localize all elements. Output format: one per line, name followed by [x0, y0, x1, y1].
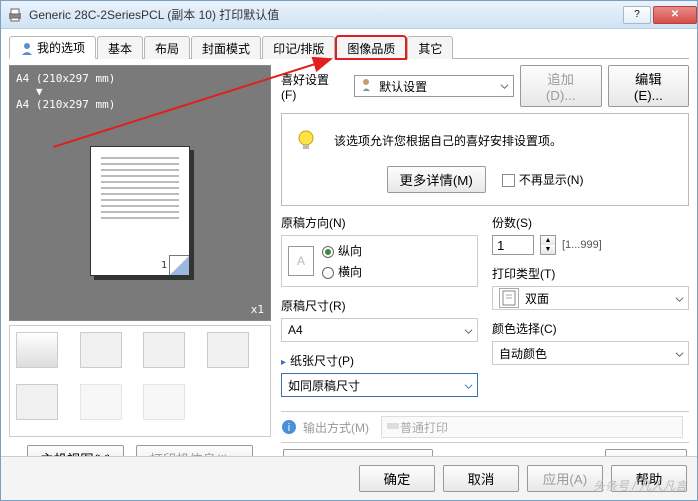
tab-bar: 我的选项 基本 布局 封面模式 印记/排版 图像品质 其它 — [9, 35, 689, 59]
print-icon — [386, 420, 400, 435]
color-select[interactable]: 自动颜色 — [492, 341, 689, 365]
bulb-icon — [294, 128, 318, 152]
tab-image-quality[interactable]: 图像品质 — [336, 36, 406, 59]
person-icon — [20, 42, 34, 56]
chevron-down-icon — [675, 348, 684, 362]
preview-zoom: x1 — [251, 303, 264, 316]
preview-pane: A4 (210x297 mm) ▼ A4 (210x297 mm) 1 x1 — [9, 65, 271, 321]
output-select: 普通打印 — [381, 416, 683, 438]
add-favorite-button[interactable]: 追加(D)... — [520, 65, 602, 107]
thumb-item[interactable] — [16, 332, 58, 368]
output-row: i 输出方式(M) 普通打印 — [281, 411, 689, 443]
no-show-checkbox[interactable]: 不再显示(N) — [502, 171, 584, 188]
apply-button[interactable]: 应用(A) — [527, 465, 603, 492]
chevron-down-icon — [500, 80, 509, 94]
landscape-radio[interactable]: 横向 — [322, 263, 362, 280]
preview-size-to: A4 (210x297 mm) — [16, 98, 264, 111]
tab-other[interactable]: 其它 — [407, 36, 453, 59]
print-type-select[interactable]: 双面 — [492, 286, 689, 310]
edit-favorite-button[interactable]: 编辑(E)... — [608, 65, 689, 107]
help-button[interactable]: ? — [623, 6, 651, 24]
output-label: 输出方式(M) — [303, 419, 369, 436]
copies-range: [1...999] — [562, 239, 602, 251]
info-text: 该选项允许您根据自己的喜好安排设置项。 — [334, 132, 562, 149]
orientation-label: 原稿方向(N) — [281, 214, 478, 231]
copies-spinner[interactable]: ▲▼ — [540, 235, 556, 255]
preview-page: 1 — [90, 146, 190, 276]
printer-icon — [7, 7, 23, 23]
copies-input[interactable] — [492, 235, 534, 255]
favorite-select[interactable]: 默认设置 — [354, 75, 514, 97]
favorite-icon — [361, 78, 375, 95]
chevron-down-icon — [675, 293, 684, 307]
ok-button[interactable]: 确定 — [359, 465, 435, 492]
original-size-select[interactable]: A4 — [281, 318, 478, 342]
close-button[interactable]: ✕ — [653, 6, 697, 24]
thumb-item[interactable] — [80, 332, 122, 368]
chevron-down-icon — [464, 380, 473, 394]
info-box: 该选项允许您根据自己的喜好安排设置项。 更多详情(M) 不再显示(N) — [281, 113, 689, 206]
tab-layout[interactable]: 布局 — [144, 36, 190, 59]
print-type-label: 打印类型(T) — [492, 265, 689, 282]
tab-cover[interactable]: 封面模式 — [191, 36, 261, 59]
thumb-item[interactable] — [143, 332, 185, 368]
window-title: Generic 28C-2SeriesPCL (副本 10) 打印默认值 — [29, 6, 621, 23]
copies-label: 份数(S) — [492, 214, 689, 231]
tab-basic[interactable]: 基本 — [97, 36, 143, 59]
favorite-label: 喜好设置(F) — [281, 71, 344, 102]
paper-size-select[interactable]: 如同原稿尺寸 — [281, 373, 478, 397]
thumb-item[interactable] — [16, 384, 58, 420]
watermark: 头条号 / 凡人凡言 — [593, 477, 687, 494]
portrait-radio[interactable]: 纵向 — [322, 242, 362, 259]
orientation-icon: A — [288, 246, 314, 276]
info-icon: i — [281, 419, 297, 435]
duplex-icon — [499, 288, 519, 308]
thumbnail-grid — [9, 325, 271, 437]
titlebar: Generic 28C-2SeriesPCL (副本 10) 打印默认值 ? ✕ — [1, 1, 697, 29]
original-size-label: 原稿尺寸(R) — [281, 297, 478, 314]
preview-arrow: ▼ — [16, 85, 264, 98]
thumb-item[interactable] — [207, 332, 249, 368]
thumb-item[interactable] — [80, 384, 122, 420]
chevron-down-icon — [464, 325, 473, 339]
svg-text:i: i — [288, 422, 290, 434]
more-details-button[interactable]: 更多详情(M) — [387, 166, 486, 193]
tab-stamp[interactable]: 印记/排版 — [262, 36, 335, 59]
color-select-label: 颜色选择(C) — [492, 320, 689, 337]
tab-my-options[interactable]: 我的选项 — [9, 36, 96, 59]
cancel-button[interactable]: 取消 — [443, 465, 519, 492]
window: Generic 28C-2SeriesPCL (副本 10) 打印默认值 ? ✕… — [0, 0, 698, 501]
preview-size-from: A4 (210x297 mm) — [16, 72, 264, 85]
thumb-item[interactable] — [143, 384, 185, 420]
paper-size-label: 纸张尺寸(P) — [281, 352, 478, 369]
